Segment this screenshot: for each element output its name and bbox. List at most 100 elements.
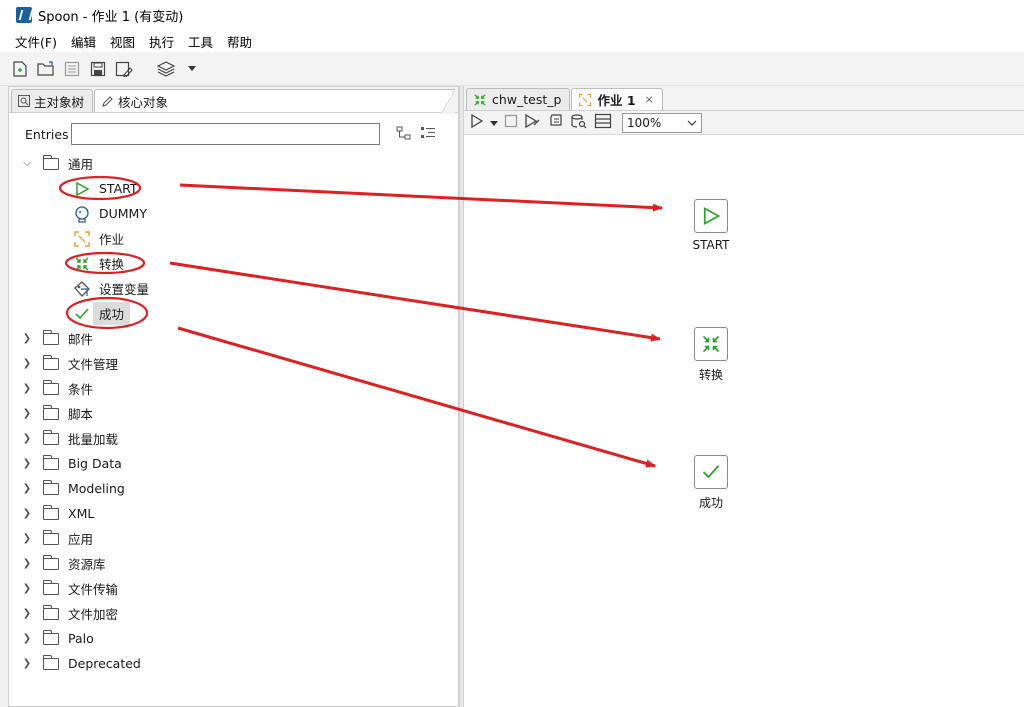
collapse-all-button[interactable] (420, 126, 436, 143)
search-icon (18, 95, 30, 107)
expand-all-button[interactable] (396, 126, 412, 143)
tab-chw-test-p[interactable]: chw_test_p (466, 88, 571, 110)
menu-run[interactable]: 执行 (142, 32, 181, 51)
tab-core-objects[interactable]: 核心对象 (94, 89, 456, 114)
tree-folder-label: 文件传输 (68, 582, 119, 597)
chevron-right-icon[interactable]: ❯ (21, 633, 33, 644)
tree-folder-label: XML (68, 506, 95, 521)
chevron-right-icon[interactable]: ❯ (21, 383, 33, 394)
perspective-dropdown[interactable] (182, 59, 202, 79)
tree-item-dummy[interactable]: DUMMY (9, 201, 458, 226)
chevron-right-icon[interactable]: ❯ (21, 358, 33, 369)
chevron-right-icon[interactable]: ❯ (21, 458, 33, 469)
chevron-right-icon[interactable]: ❯ (21, 508, 33, 519)
tree-item-start[interactable]: START (9, 176, 458, 201)
canvas-node-start[interactable]: START (681, 199, 741, 252)
tree-folder[interactable]: ❯ Deprecated (9, 651, 458, 676)
folder-icon (42, 354, 59, 370)
folder-icon (42, 429, 59, 445)
save-as-button[interactable] (114, 59, 134, 79)
tree-folder-label: Palo (68, 631, 94, 646)
folder-icon (42, 379, 59, 395)
chevron-right-icon[interactable]: ❯ (21, 608, 33, 619)
layout-button[interactable] (594, 113, 612, 132)
tab-job-1[interactable]: 作业 1 ⨯ (571, 88, 663, 110)
tree-folder[interactable]: ❯ 文件传输 (9, 576, 458, 601)
perspective-button[interactable] (156, 59, 176, 79)
explore-repository-button[interactable] (62, 59, 82, 79)
menu-view[interactable]: 视图 (103, 32, 142, 51)
chevron-right-icon[interactable]: ❯ (21, 533, 33, 544)
caret-down-icon (188, 65, 196, 71)
tree-folder[interactable]: ❯ Palo (9, 626, 458, 651)
run-options-dropdown[interactable] (490, 116, 498, 130)
run-button[interactable] (470, 113, 484, 131)
folder-icon (42, 504, 59, 520)
left-tab-bar: 主对象树 核心对象 (9, 87, 458, 114)
replay-icon (525, 113, 540, 129)
tree-folder[interactable]: ❯ 脚本 (9, 401, 458, 426)
chevron-right-icon[interactable]: ❯ (21, 483, 33, 494)
tree-item-transform[interactable]: 转换 (9, 251, 458, 276)
job-tab-icon (579, 93, 592, 106)
chevron-right-icon[interactable]: ❯ (21, 558, 33, 569)
canvas-node-transform[interactable]: 转换 (681, 327, 741, 383)
tree-folder[interactable]: ❯ 应用 (9, 526, 458, 551)
folder-icon (42, 329, 59, 345)
sql-button[interactable] (570, 113, 588, 132)
tree-folder[interactable]: ❯ 资源库 (9, 551, 458, 576)
tree-folder-label: Modeling (68, 481, 125, 496)
zoom-value: 100% (627, 115, 662, 130)
folder-icon (42, 479, 59, 495)
menu-edit[interactable]: 编辑 (64, 32, 103, 51)
tree-item-label: 成功 (93, 302, 131, 325)
close-icon[interactable]: ⨯ (645, 93, 654, 106)
chevron-right-icon[interactable]: ❯ (21, 333, 33, 344)
tree-item-job[interactable]: 作业 (9, 226, 458, 251)
tree-folder[interactable]: ❯ 文件加密 (9, 601, 458, 626)
tree-folder-label: 资源库 (68, 557, 106, 572)
tree-folder[interactable]: ❯ 条件 (9, 376, 458, 401)
save-button[interactable] (88, 59, 108, 79)
tree-folder-label: 通用 (68, 157, 94, 172)
chevron-right-icon[interactable]: ❯ (21, 658, 33, 669)
tree-folder[interactable]: ❯ 邮件 (9, 326, 458, 351)
run-from-step-button[interactable] (524, 113, 542, 132)
tree-item-success[interactable]: 成功 (9, 301, 458, 326)
tree-folder[interactable]: ❯ 文件管理 (9, 351, 458, 376)
menu-help[interactable]: 帮助 (220, 32, 259, 51)
play-icon (471, 113, 484, 129)
tree-folder[interactable]: ❯ Big Data (9, 451, 458, 476)
canvas-node-success[interactable]: 成功 (681, 455, 741, 511)
node-label: 成功 (698, 496, 723, 510)
tree-item-set-variable[interactable]: 设置变量 (9, 276, 458, 301)
job-settings-button[interactable] (548, 113, 564, 132)
menu-tools[interactable]: 工具 (181, 32, 220, 51)
tree-item-label: 设置变量 (99, 282, 150, 297)
chevron-down-icon[interactable]: ⌵ (21, 158, 33, 169)
chevron-right-icon[interactable]: ❯ (21, 433, 33, 444)
chevron-right-icon[interactable]: ❯ (21, 408, 33, 419)
tree-folder-label: 脚本 (68, 407, 94, 422)
success-icon (702, 465, 720, 479)
entries-filter-row: Entries (9, 121, 458, 147)
open-file-button[interactable] (36, 59, 56, 79)
tree-folder[interactable]: ❯ XML (9, 501, 458, 526)
tree-folder-general[interactable]: ⌵ 通用 (9, 151, 458, 176)
tree-item-label: 转换 (99, 257, 125, 272)
stop-button[interactable] (504, 114, 518, 131)
menu-file[interactable]: 文件(F) (8, 32, 64, 51)
zoom-select[interactable]: 100% (622, 112, 702, 133)
job-canvas[interactable]: START 转换 成功 (464, 136, 1024, 707)
chevron-right-icon[interactable]: ❯ (21, 583, 33, 594)
title-bar: Spoon - 作业 1 (有变动) (0, 0, 1024, 30)
tree-folder[interactable]: ❯ 批量加载 (9, 426, 458, 451)
tree-folder-label: 应用 (68, 532, 94, 547)
entries-search-input[interactable] (71, 123, 380, 145)
folder-icon (42, 529, 59, 545)
new-file-button[interactable] (10, 59, 30, 79)
tree-folder[interactable]: ❯ Modeling (9, 476, 458, 501)
editor-tab-bar: chw_test_p 作业 1 ⨯ (464, 86, 1024, 111)
tab-main-object-tree[interactable]: 主对象树 (11, 89, 94, 112)
folder-icon (42, 454, 59, 470)
